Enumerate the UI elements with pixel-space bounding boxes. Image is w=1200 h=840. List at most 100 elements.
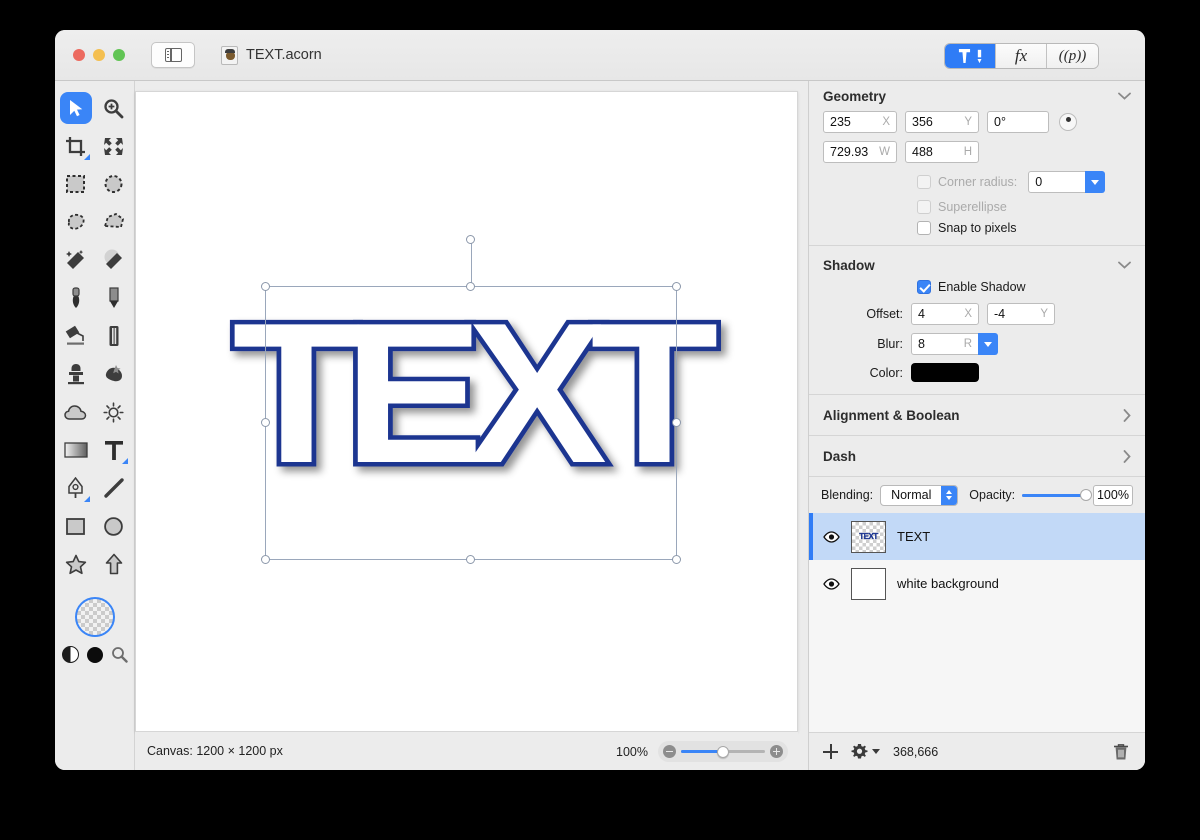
shadow-offset-y-field[interactable]: -4 Y (987, 303, 1055, 325)
shadow-offset-y-unit: Y (1040, 308, 1048, 320)
rotation-knob[interactable] (1059, 113, 1077, 131)
tab-effects[interactable]: fx (996, 44, 1047, 68)
layer-settings-button[interactable] (851, 743, 880, 760)
zoom-out-icon[interactable] (663, 745, 676, 758)
corner-radius-field[interactable]: 0 (1028, 171, 1087, 193)
zoom-button[interactable] (113, 49, 125, 61)
handle-bottom-right[interactable] (672, 555, 681, 564)
layer-row-white-background[interactable]: white background (809, 560, 1145, 607)
brush-tool[interactable] (57, 279, 95, 317)
shadow-blur-field[interactable]: 8 R (911, 333, 979, 355)
handle-bottom-left[interactable] (261, 555, 270, 564)
trash-icon[interactable] (1113, 743, 1129, 761)
y-field[interactable]: 356 Y (905, 111, 979, 133)
star-shape-tool[interactable] (57, 545, 95, 583)
chevron-down-icon[interactable] (1118, 92, 1131, 100)
layer-thumbnail[interactable] (851, 567, 886, 600)
zoom-in-icon[interactable] (770, 745, 783, 758)
zoom-slider-knob[interactable] (717, 745, 729, 758)
eye-icon[interactable] (823, 530, 840, 543)
zoom-level-label: 100% (616, 744, 648, 759)
tab-presets[interactable]: ((p)) (1047, 44, 1098, 68)
zoom-slider[interactable] (658, 741, 788, 762)
magic-wand-tool[interactable] (57, 241, 95, 279)
line-tool[interactable] (95, 469, 133, 507)
swap-colors-swatch[interactable] (61, 646, 79, 663)
shadow-section-header[interactable]: Shadow (809, 250, 1145, 280)
polygon-lasso-tool[interactable] (95, 203, 133, 241)
chevron-right-icon[interactable] (1123, 408, 1131, 422)
minimize-button[interactable] (93, 49, 105, 61)
shadow-offset-x-field[interactable]: 4 X (911, 303, 979, 325)
rectangle-shape-tool[interactable] (57, 507, 95, 545)
gradient-tool[interactable] (57, 431, 95, 469)
x-field[interactable]: 235 X (823, 111, 897, 133)
eraser-tool[interactable] (95, 317, 133, 355)
opacity-value-field[interactable]: 100% (1092, 484, 1133, 506)
crop-tool[interactable] (57, 127, 95, 165)
corner-radius-dropdown[interactable] (1085, 171, 1106, 193)
rectangle-select-tool[interactable] (57, 165, 95, 203)
circle-icon (103, 516, 124, 537)
shadow-offset-y-value: -4 (994, 307, 1006, 321)
ellipse-shape-tool[interactable] (95, 507, 133, 545)
eye-icon[interactable] (823, 577, 840, 590)
text-tool[interactable] (95, 431, 133, 469)
dash-section-header[interactable]: Dash (809, 436, 1145, 476)
dodge-tool[interactable] (95, 393, 133, 431)
blend-mode-dropdown[interactable]: Normal (880, 484, 959, 506)
chevron-down-icon[interactable] (1118, 261, 1131, 269)
enable-shadow-checkbox[interactable] (917, 280, 931, 294)
snap-to-pixels-checkbox[interactable] (917, 221, 931, 235)
smudge-tool[interactable] (95, 355, 133, 393)
pencil-tool[interactable] (95, 279, 133, 317)
y-value: 356 (912, 115, 933, 129)
move-select-tool[interactable] (57, 89, 95, 127)
zoom-slider-track[interactable] (681, 745, 765, 758)
layer-row-text[interactable]: TEXT TEXT (809, 513, 1145, 560)
geometry-section-header[interactable]: Geometry (809, 81, 1145, 111)
tab-tools[interactable] (945, 44, 996, 68)
height-field[interactable]: 488 H (905, 141, 979, 163)
alignment-boolean-section-header[interactable]: Alignment & Boolean (809, 395, 1145, 435)
shadow-blur-row: Blur: 8 R (809, 333, 1145, 355)
width-field[interactable]: 729.93 W (823, 141, 897, 163)
shadow-blur-dropdown[interactable] (978, 333, 998, 355)
lasso-tool[interactable] (57, 203, 95, 241)
add-layer-button[interactable] (823, 744, 838, 759)
transform-tool[interactable] (95, 127, 133, 165)
opacity-slider[interactable] (1022, 489, 1092, 501)
close-button[interactable] (73, 49, 85, 61)
ellipse-select-tool[interactable] (95, 165, 133, 203)
bezier-pen-tool[interactable] (57, 469, 95, 507)
layers-list[interactable]: TEXT TEXT white background (809, 513, 1145, 732)
handle-bottom-center[interactable] (466, 555, 475, 564)
arrow-shape-tool[interactable] (95, 545, 133, 583)
paint-bucket-tool[interactable] (57, 317, 95, 355)
paint-bucket-icon (65, 325, 87, 347)
pen-nib-icon (67, 477, 84, 499)
zoom-tool[interactable] (95, 89, 133, 127)
blur-tool[interactable] (57, 393, 95, 431)
eyedropper-tool[interactable] (111, 646, 128, 663)
rotation-handle[interactable] (466, 235, 475, 244)
foreground-color-swatch[interactable] (86, 646, 103, 663)
shadow-color-swatch[interactable] (911, 363, 979, 382)
clone-stamp-tool[interactable] (57, 355, 95, 393)
text-artwork[interactable]: TEXT (227, 277, 738, 510)
sidebar-toggle-button[interactable] (151, 42, 195, 68)
layer-thumbnail[interactable]: TEXT (851, 520, 886, 553)
sidebar-toggle-icon (164, 48, 182, 62)
instant-alpha-tool[interactable] (95, 241, 133, 279)
color-well[interactable] (74, 597, 115, 637)
chevron-right-icon[interactable] (1123, 449, 1131, 463)
corner-radius-checkbox[interactable] (917, 175, 931, 189)
opacity-slider-knob[interactable] (1079, 489, 1092, 501)
rotation-field[interactable]: 0° (987, 111, 1049, 133)
gradient-icon (63, 442, 88, 458)
chevron-down-icon (872, 749, 880, 754)
document-canvas[interactable]: TEXT (135, 91, 798, 732)
pencil-icon (108, 287, 120, 309)
canvas-status-bar: Canvas: 1200 × 1200 px 100% (135, 732, 798, 770)
superellipse-checkbox[interactable] (917, 200, 931, 214)
